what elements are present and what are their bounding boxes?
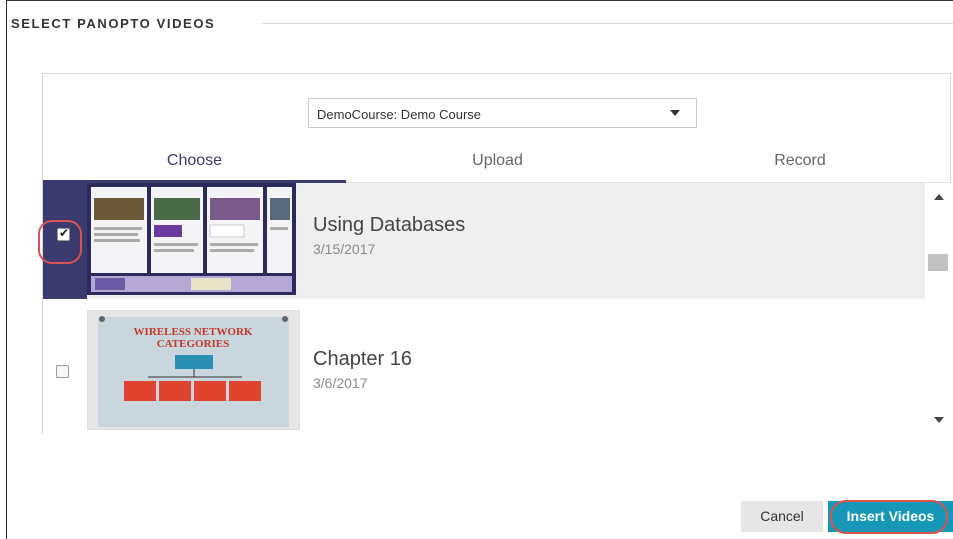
video-list: ✔ Using Databases 3/15/2017 WIRELESS NET…: [43, 183, 925, 434]
video-row-chapter-16[interactable]: WIRELESS NETWORK CATEGORIES Chapter 16 3…: [43, 303, 925, 434]
databases-thumbnail-image: [87, 183, 296, 295]
scroll-thumb[interactable]: [928, 254, 948, 271]
video-date: 3/15/2017: [313, 241, 376, 257]
insert-button-highlight-annotation: [830, 500, 948, 534]
section-title: SELECT PANOPTO VIDEOS: [11, 16, 216, 31]
chevron-down-icon[interactable]: [670, 110, 680, 116]
video-title[interactable]: Chapter 16: [313, 348, 412, 371]
wireless-thumbnail-image: WIRELESS NETWORK CATEGORIES: [88, 311, 299, 429]
tab-upload[interactable]: Upload: [346, 148, 649, 180]
video-row-using-databases[interactable]: ✔ Using Databases 3/15/2017: [43, 183, 925, 299]
video-list-scrollbar[interactable]: [925, 183, 951, 434]
cancel-button[interactable]: Cancel: [741, 501, 823, 532]
dialog-border-left: [6, 0, 7, 539]
video-checkbox[interactable]: [56, 365, 69, 378]
checkbox-highlight-annotation: [38, 220, 82, 264]
tab-choose[interactable]: Choose: [43, 148, 346, 180]
video-date: 3/6/2017: [313, 375, 368, 391]
thumbnail-title-line-1: WIRELESS NETWORK: [134, 326, 253, 338]
scroll-down-arrow-icon[interactable]: [934, 417, 944, 423]
course-select-value: DemoCourse: Demo Course: [317, 107, 482, 122]
scroll-up-arrow-icon[interactable]: [934, 194, 944, 200]
course-select[interactable]: DemoCourse: Demo Course: [308, 98, 697, 128]
tab-bar: Choose Upload Record: [43, 148, 951, 183]
video-thumbnail[interactable]: WIRELESS NETWORK CATEGORIES: [87, 310, 300, 430]
dialog-border-top: [6, 0, 953, 1]
thumbnail-title-line-2: CATEGORIES: [157, 338, 230, 350]
tab-record[interactable]: Record: [649, 148, 951, 180]
video-title[interactable]: Using Databases: [313, 214, 465, 237]
title-divider: [262, 23, 953, 24]
video-thumbnail[interactable]: [87, 183, 296, 295]
